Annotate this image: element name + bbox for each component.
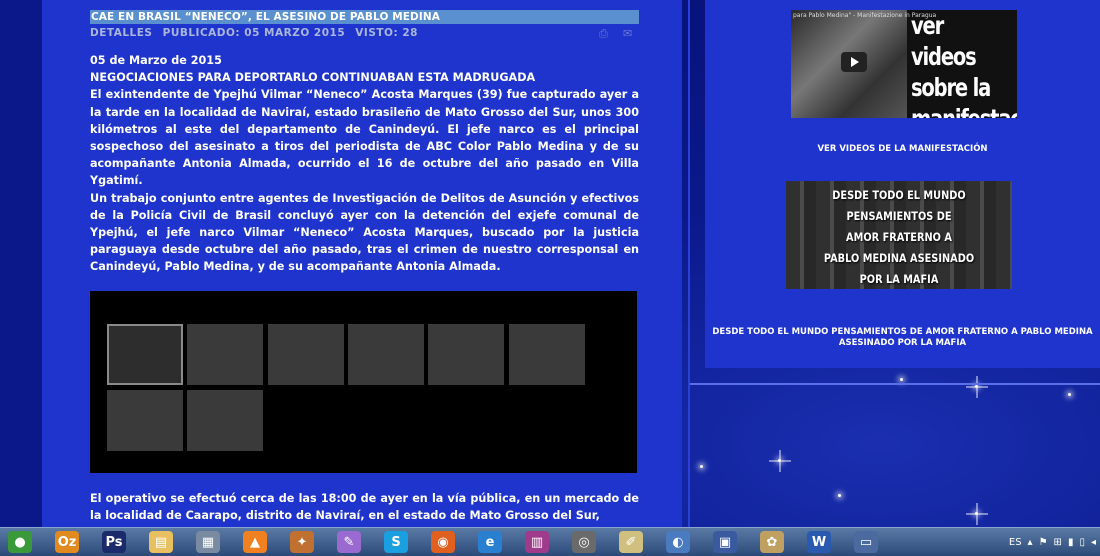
gallery-thumbnail[interactable] [268,323,344,385]
screen-icon[interactable]: ▭ [846,529,886,555]
word-icon-glyph: W [807,531,831,553]
photoshop-icon-glyph: Ps [102,531,126,553]
star-decoration [975,385,978,388]
gallery-thumbnail[interactable] [107,323,183,385]
paint-icon-glyph: ✎ [337,531,361,553]
article-paragraph: El exintendente de Ypejhú Vilmar “Neneco… [90,88,639,188]
star-decoration [900,378,903,381]
article-title[interactable]: CAE EN BRASIL “NENECO”, EL ASESINO DE PA… [90,10,639,24]
videos-link[interactable]: VER VIDEOS DE LA MANIFESTACIÓN [705,144,1100,154]
network-icon[interactable]: ◐ [658,529,698,555]
tribute-banner-text: DESDE TODO EL MUNDO PENSAMIENTOS DE AMOR… [823,188,975,286]
winrar-icon-glyph: ▥ [525,531,549,553]
print-icon[interactable]: ⎙ [599,28,613,39]
palette-icon[interactable]: ✿ [752,529,792,555]
palette-icon-glyph: ✿ [760,531,784,553]
published-date: PUBLICADO: 05 MARZO 2015 [162,27,346,39]
vlc-icon-glyph: ▲ [243,531,267,553]
email-icon[interactable]: ✉ [623,28,637,39]
article-panel: CAE EN BRASIL “NENECO”, EL ASESINO DE PA… [42,0,682,527]
calculator-icon-glyph: ▦ [196,531,220,553]
star-decoration [778,459,781,462]
folder-icon[interactable]: ▤ [141,529,181,555]
webcam-icon[interactable]: ◎ [564,529,604,555]
article-paragraph: El operativo se efectuó cerca de las 18:… [90,491,639,522]
gallery-thumbnail[interactable] [107,389,183,451]
tribute-link[interactable]: DESDE TODO EL MUNDO PENSAMIENTOS DE AMOR… [705,327,1100,349]
notepad-icon-glyph: ✐ [619,531,643,553]
gallery-thumbnail[interactable] [348,323,424,385]
paint-icon[interactable]: ✎ [329,529,369,555]
column-divider [688,0,690,527]
outlook-icon-glyph: Oz [55,531,79,553]
notepad-icon[interactable]: ✐ [611,529,651,555]
tray-arrow-icon[interactable]: ▴ [1028,537,1033,548]
system-tray: ES ▴ ⚑ ⊞ ▮ ▯ ◂ [1009,528,1096,556]
firefox-icon[interactable]: ◉ [423,529,463,555]
calculator-icon[interactable]: ▦ [188,529,228,555]
language-indicator[interactable]: ES [1009,537,1022,548]
word-icon[interactable]: W [799,529,839,555]
video-banner[interactable]: para Pablo Medina" - Manifestazione in P… [791,10,1017,118]
sidebar-panel: para Pablo Medina" - Manifestazione in P… [705,0,1100,368]
article-subtitle: NEGOCIACIONES PARA DEPORTARLO CONTINUABA… [90,71,536,85]
ie-icon[interactable]: e [470,529,510,555]
save-icon[interactable]: ▣ [705,529,745,555]
views-count: VISTO: 28 [355,27,418,39]
gallery-thumbnail[interactable] [428,323,504,385]
photoshop-icon[interactable]: Ps [94,529,134,555]
webcam-icon-glyph: ◎ [572,531,596,553]
network-tray-icon[interactable]: ⊞ [1054,537,1062,548]
star-decoration [700,465,703,468]
flag-icon[interactable]: ⚑ [1039,537,1048,548]
save-icon-glyph: ▣ [713,531,737,553]
screen-icon-glyph: ▭ [854,531,878,553]
battery-icon[interactable]: ▯ [1079,537,1085,548]
star-decoration [1068,393,1071,396]
taskbar-apps: ● Oz Ps ▤ ▦ ▲ ✦ ✎ S ◉ e ▥ ◎ ✐ ◐ ▣ ✿ W ▭ [0,529,893,555]
play-icon[interactable] [841,52,867,72]
sidebar-divider [690,383,1100,385]
star-decoration [838,494,841,497]
volume-icon[interactable]: ◂ [1091,537,1096,548]
media-icon-glyph: ✦ [290,531,314,553]
gallery-thumbnail[interactable] [187,389,263,451]
folder-icon-glyph: ▤ [149,531,173,553]
star-decoration [975,512,978,515]
signal-icon[interactable]: ▮ [1068,537,1074,548]
windows-taskbar: ● Oz Ps ▤ ▦ ▲ ✦ ✎ S ◉ e ▥ ◎ ✐ ◐ ▣ ✿ W ▭ ES ▴ ⚑ ⊞ ▮ ▯ ◂ [0,527,1100,556]
article-meta: DETALLES PUBLICADO: 05 MARZO 2015 VISTO:… [90,25,639,41]
tribute-banner[interactable]: DESDE TODO EL MUNDO PENSAMIENTOS DE AMOR… [786,181,1012,289]
winrar-icon[interactable]: ▥ [517,529,557,555]
outlook-icon[interactable]: Oz [47,529,87,555]
skype-icon[interactable]: S [376,529,416,555]
network-icon-glyph: ◐ [666,531,690,553]
gallery-thumbnail[interactable] [509,323,585,385]
article-date: 05 de Marzo de 2015 [90,54,222,67]
chrome-icon-glyph: ● [8,531,32,553]
ie-icon-glyph: e [478,531,502,553]
gallery-thumbnail[interactable] [187,323,263,385]
article-paragraph: Un trabajo conjunto entre agentes de Inv… [90,191,639,274]
vlc-icon[interactable]: ▲ [235,529,275,555]
firefox-icon-glyph: ◉ [431,531,455,553]
left-margin [0,0,42,527]
media-icon[interactable]: ✦ [282,529,322,555]
details-label: DETALLES [90,27,153,39]
video-banner-text: ver videos sobre la manifestación [911,11,1017,118]
chrome-icon[interactable]: ● [0,529,40,555]
skype-icon-glyph: S [384,531,408,553]
image-gallery [90,290,637,473]
article-body: 05 de Marzo de 2015 NEGOCIACIONES PARA D… [90,52,639,276]
